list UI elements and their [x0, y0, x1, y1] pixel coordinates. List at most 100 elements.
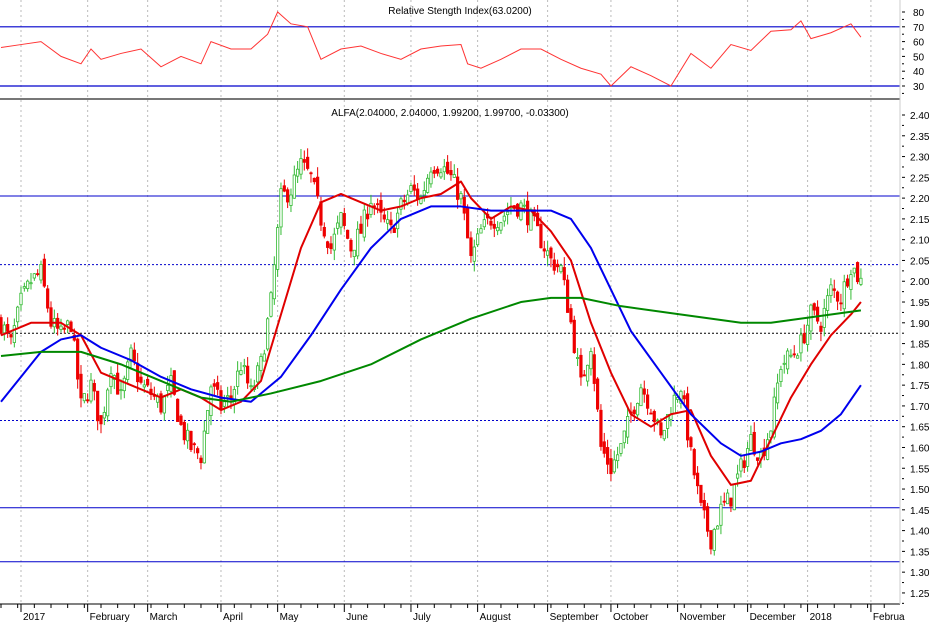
candle-body — [459, 193, 463, 200]
candle-body — [719, 503, 723, 526]
candle-body — [695, 472, 700, 487]
candle-body — [332, 233, 336, 251]
candle-body — [652, 411, 656, 423]
candle-body — [482, 219, 486, 228]
candle-body — [479, 228, 483, 234]
candle-body — [399, 198, 403, 210]
candle-body — [226, 395, 230, 398]
candle-body — [196, 448, 200, 454]
price-y-tick-label: 1.70 — [910, 402, 930, 413]
candle-body — [825, 295, 830, 311]
candle-body — [852, 267, 856, 274]
candle-body — [139, 376, 143, 383]
candle-body — [842, 281, 846, 310]
candle-body — [362, 209, 366, 238]
candle-body — [735, 473, 740, 479]
candle-body — [845, 278, 850, 287]
candle-body — [352, 249, 356, 258]
candle-body — [356, 228, 360, 257]
candle-body — [349, 239, 353, 252]
price-y-tick-label: 1.45 — [910, 506, 930, 517]
candle-body — [59, 325, 63, 331]
candle-body — [562, 267, 566, 281]
candle-body — [732, 483, 736, 511]
candle-body — [142, 384, 146, 388]
candle-body — [745, 448, 750, 467]
candle-body — [179, 415, 183, 425]
candle-body — [572, 319, 576, 353]
candle-body — [685, 393, 690, 441]
candle-body — [416, 188, 420, 200]
candle-body — [785, 350, 790, 370]
candle-body — [576, 357, 580, 359]
candle-body — [556, 263, 560, 268]
price-y-tick-label: 2.10 — [910, 236, 930, 247]
candle-body — [176, 398, 180, 422]
candle-body — [106, 389, 110, 417]
candle-body — [742, 460, 746, 468]
candle-body — [239, 370, 243, 375]
candle-body — [256, 365, 260, 383]
candle-body — [619, 443, 623, 454]
x-tick-label: September — [550, 612, 600, 623]
price-y-tick-label: 1.90 — [910, 319, 930, 330]
price-y-tick-label: 2.15 — [910, 215, 930, 226]
candle-body — [462, 196, 466, 214]
candle-body — [815, 306, 820, 322]
candle-body — [212, 383, 216, 387]
rsi-y-tick-label: 60 — [913, 38, 925, 49]
candle-body — [82, 393, 86, 402]
candle-body — [715, 525, 720, 530]
x-tick-label: 2017 — [23, 612, 46, 623]
candle-body — [26, 280, 30, 290]
candle-body — [432, 169, 436, 174]
candle-body — [702, 500, 706, 511]
candle-body — [189, 430, 193, 451]
candle-body — [579, 354, 583, 378]
x-tick-label: November — [680, 612, 727, 623]
price-y-tick-label: 1.65 — [910, 423, 930, 434]
candle-body — [309, 172, 313, 175]
candle-body — [326, 241, 330, 248]
candle-body — [402, 199, 406, 203]
price-y-tick-label: 2.25 — [910, 173, 930, 184]
candle-body — [819, 325, 823, 332]
candle-body — [539, 223, 543, 249]
candle-body — [552, 259, 556, 271]
candle-body — [502, 215, 506, 222]
candle-body — [2, 324, 6, 334]
candle-body — [456, 176, 460, 200]
price-y-tick-label: 1.95 — [910, 298, 930, 309]
candle-body — [406, 194, 410, 204]
candle-body — [126, 361, 130, 380]
candle-body — [442, 166, 446, 173]
candle-body — [46, 288, 50, 309]
candle-body — [342, 213, 346, 226]
grid — [20, 0, 872, 604]
candle-body — [412, 184, 416, 191]
candle-body — [76, 338, 80, 380]
price-y-tick-label: 2.20 — [910, 194, 930, 205]
candle-body — [739, 458, 743, 472]
candle-body — [36, 273, 40, 275]
candle-body — [322, 226, 326, 237]
candle-body — [582, 374, 586, 377]
candle-body — [426, 177, 430, 193]
candle-body — [822, 307, 826, 328]
candle-body — [672, 394, 676, 414]
price-title: ALFA(2.04000, 2.04000, 1.99200, 1.99700,… — [331, 108, 568, 119]
candle-body — [222, 401, 226, 407]
candle-body — [642, 388, 646, 395]
candle-body — [662, 429, 666, 440]
candle-body — [42, 258, 46, 287]
candle-body — [795, 355, 800, 359]
candle-body — [612, 459, 616, 473]
rsi-panel: Relative Stength Index(63.0200) 80 70 60 50… — [0, 6, 925, 94]
x-tick-label: Februa — [873, 612, 905, 623]
candle-body — [506, 211, 510, 216]
candle-body — [389, 219, 393, 226]
candle-body — [22, 286, 26, 289]
candle-body — [246, 365, 250, 384]
candle-body — [835, 291, 840, 302]
candle-body — [729, 497, 733, 507]
